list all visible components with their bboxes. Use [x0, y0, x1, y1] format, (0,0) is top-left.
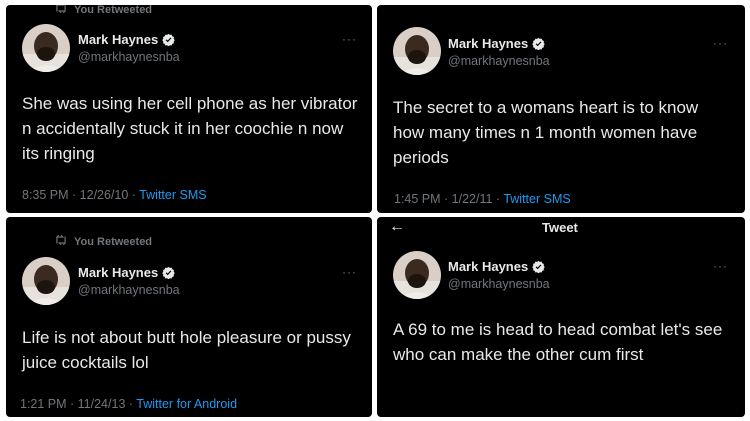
verified-badge-icon — [532, 260, 545, 273]
tweet-timestamp[interactable]: 8:35 PM · 12/26/10 · — [22, 188, 139, 202]
tweet-timestamp[interactable]: 1:45 PM · 1/22/11 · — [394, 192, 503, 206]
tweet-source: Twitter for Android — [136, 397, 238, 411]
retweet-icon — [54, 234, 68, 249]
user-handle[interactable]: @markhaynesnba — [448, 277, 550, 291]
user-handle[interactable]: @markhaynesnba — [78, 50, 180, 64]
tweet-text: Life is not about butt hole pleasure or … — [22, 328, 351, 372]
more-options-icon[interactable]: ··· — [342, 265, 357, 279]
tweet-meta: 1:21 PM · 11/24/13 · Twitter for Android — [20, 397, 237, 411]
tweet-source: Twitter SMS — [139, 188, 207, 202]
tweet-timestamp[interactable]: 1:21 PM · 11/24/13 · — [20, 397, 136, 411]
display-name[interactable]: Mark Haynes — [448, 36, 528, 51]
tweet-source: Twitter SMS — [503, 192, 571, 206]
retweet-icon — [54, 5, 68, 17]
avatar[interactable] — [393, 251, 441, 299]
retweet-label: You Retweeted — [74, 235, 153, 248]
verified-badge-icon — [162, 33, 175, 46]
display-name[interactable]: Mark Haynes — [448, 259, 528, 274]
tweet-panel-3[interactable]: You Retweeted Mark Haynes @markhaynesnba… — [6, 217, 372, 417]
display-name[interactable]: Mark Haynes — [78, 265, 158, 280]
avatar[interactable] — [22, 257, 70, 305]
tweet-meta: 1:45 PM · 1/22/11 · Twitter SMS — [394, 192, 571, 206]
tweet-text: The secret to a womans heart is to know … — [393, 98, 699, 167]
avatar[interactable] — [393, 27, 441, 75]
verified-badge-icon — [162, 266, 175, 279]
tweet-panel-1[interactable]: You Retweeted Mark Haynes @markhaynesnba… — [6, 5, 372, 213]
retweet-indicator: You Retweeted — [54, 234, 152, 249]
verified-badge-icon — [532, 37, 545, 50]
user-handle[interactable]: @markhaynesnba — [78, 283, 180, 297]
more-options-icon[interactable]: ··· — [342, 32, 357, 46]
tweet-text: She was using her cell phone as her vibr… — [22, 94, 358, 163]
header-title: Tweet — [542, 220, 578, 235]
more-options-icon[interactable]: ··· — [713, 259, 728, 273]
tweet-header-bar: ← Tweet — [377, 217, 745, 239]
avatar[interactable] — [22, 24, 70, 72]
tweet-text: A 69 to me is head to head combat let's … — [393, 320, 723, 364]
user-handle[interactable]: @markhaynesnba — [448, 54, 550, 68]
tweet-panel-2[interactable]: Mark Haynes @markhaynesnba ··· The secre… — [377, 5, 745, 213]
back-arrow-icon[interactable]: ← — [389, 218, 405, 236]
display-name-row[interactable]: Mark Haynes — [78, 265, 175, 280]
display-name[interactable]: Mark Haynes — [78, 32, 158, 47]
display-name-row[interactable]: Mark Haynes — [448, 36, 545, 51]
tweet-panel-4[interactable]: ← Tweet Mark Haynes @markhaynesnba ··· A… — [377, 217, 745, 417]
tweet-meta: 8:35 PM · 12/26/10 · Twitter SMS — [22, 188, 207, 202]
more-options-icon[interactable]: ··· — [713, 36, 728, 50]
display-name-row[interactable]: Mark Haynes — [448, 259, 545, 274]
display-name-row[interactable]: Mark Haynes — [78, 32, 175, 47]
retweet-indicator: You Retweeted — [54, 5, 152, 17]
retweet-label: You Retweeted — [74, 5, 153, 16]
